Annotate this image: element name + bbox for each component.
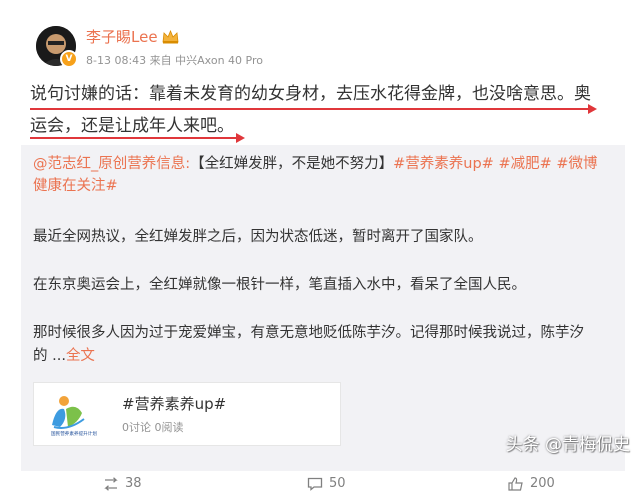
repost-block: @范志红_原创营养信息:【全红婵发胖，不是她不努力】#营养素养up# #减肥# … (21, 145, 625, 471)
repost-button[interactable]: 38 (103, 476, 142, 491)
like-button[interactable]: 200 (508, 476, 555, 491)
repost-tags-line-2: 健康在关注# (33, 175, 118, 197)
nutrition-logo-icon: 国民营养素养提升计划 (51, 396, 97, 437)
like-count: 200 (530, 476, 555, 491)
repost-count: 38 (125, 476, 142, 491)
comment-button[interactable]: 50 (307, 476, 346, 491)
weibo-post: V 李子睗Lee 8-13 08:43 来自 中兴Axon 40 Pro 说句讨… (0, 0, 640, 496)
comment-count: 50 (329, 476, 346, 491)
topic-card-title: #营养素养up# (122, 395, 227, 413)
annotation-underline-2 (30, 137, 238, 139)
annotation-arrow-2 (236, 133, 245, 143)
action-bar: 38 50 200 (0, 474, 640, 496)
topic-card-stats: 0讨论 0阅读 (122, 421, 184, 434)
watermark: 头条 @青梅侃史 (505, 435, 630, 455)
svg-text:国民营养素养提升计划: 国民营养素养提升计划 (51, 430, 97, 437)
repost-paragraph-4: 的 ...全文 (33, 345, 95, 367)
like-icon (508, 476, 523, 491)
repost-paragraph-1: 最近全网热议，全红婵发胖之后，因为状态低迷，暂时离开了国家队。 (33, 229, 483, 245)
verified-badge-icon: V (60, 50, 78, 68)
comment-icon (307, 477, 323, 491)
full-text-link[interactable]: 全文 (66, 348, 95, 364)
repost-tags-link[interactable]: #营养素养up# #减肥# #微博 (393, 156, 597, 172)
author-name-text[interactable]: 李子睗Lee (86, 26, 158, 47)
crown-icon (162, 29, 179, 43)
topic-card[interactable]: 国民营养素养提升计划 #营养素养up# 0讨论 0阅读 (33, 382, 341, 446)
repost-header-line: @范志红_原创营养信息:【全红婵发胖，不是她不努力】#营养素养up# #减肥# … (33, 153, 598, 175)
repost-paragraph-3: 那时候很多人因为过于宠爱婵宝，有意无意地贬低陈芋汐。记得那时候我说过，陈芋汐 (33, 325, 584, 341)
repost-ellipsis: 的 ... (33, 348, 66, 364)
repost-icon (104, 476, 118, 491)
annotation-underline-1 (30, 108, 590, 110)
author-name[interactable]: 李子睗Lee (86, 26, 179, 47)
repost-tag-link-2[interactable]: 健康在关注# (33, 178, 118, 194)
repost-user-link[interactable]: @范志红_原创营养信息: (33, 156, 190, 172)
repost-paragraph-2: 在东京奥运会上，全红婵就像一根针一样，笔直插入水中，看呆了全国人民。 (33, 277, 526, 293)
annotation-arrow-1 (588, 104, 597, 114)
post-text: 说句讨嫌的话：靠着未发育的幼女身材，去压水花得金牌，也没啥意思。奥 运会，还是让… (30, 78, 615, 142)
post-text-line-1: 说句讨嫌的话：靠着未发育的幼女身材，去压水花得金牌，也没啥意思。奥 (30, 84, 591, 104)
post-meta: 8-13 08:43 来自 中兴Axon 40 Pro (86, 54, 263, 67)
repost-title: 【全红婵发胖，不是她不努力】 (190, 156, 394, 172)
